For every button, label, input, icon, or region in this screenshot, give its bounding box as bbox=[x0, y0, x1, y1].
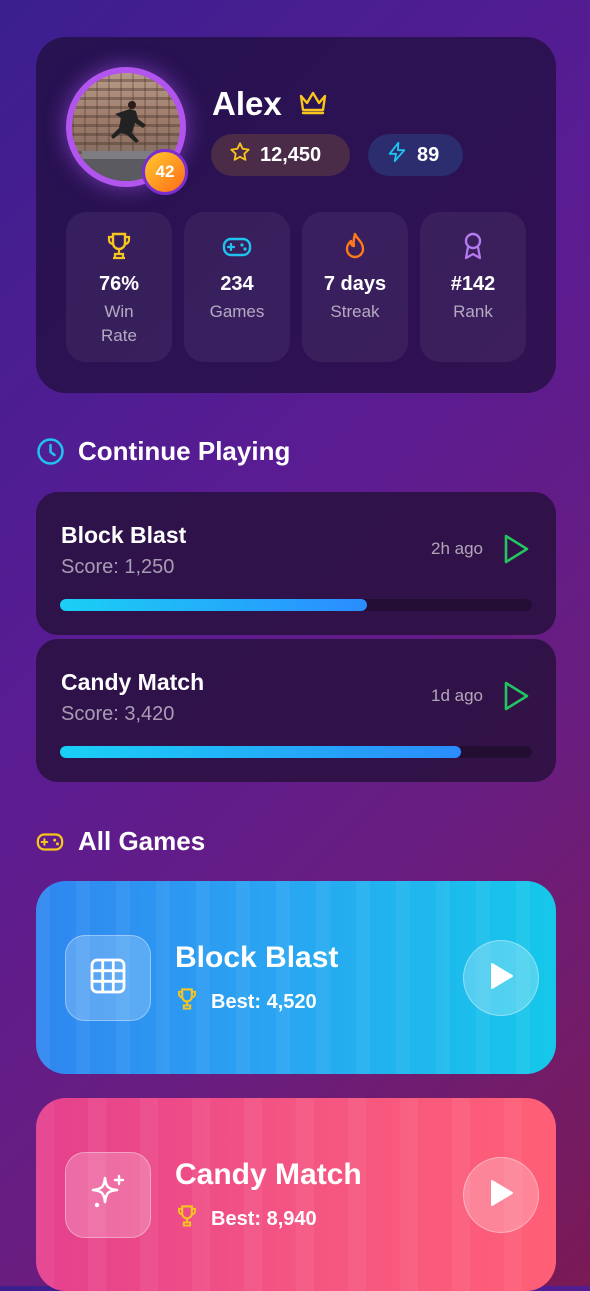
progress-track bbox=[60, 599, 532, 611]
game-name: Candy Match bbox=[61, 669, 205, 695]
star-icon bbox=[229, 141, 251, 169]
flame-icon bbox=[342, 231, 368, 261]
coins-pill[interactable]: 12,450 bbox=[211, 134, 350, 176]
continue-card-candy-match[interactable]: Candy Match Score: 3,420 1d ago bbox=[36, 639, 556, 782]
clock-icon bbox=[36, 437, 65, 471]
stat-value: 76% bbox=[98, 273, 140, 295]
game-icon-tile bbox=[65, 935, 151, 1021]
section-title-all-games: All Games bbox=[78, 826, 206, 856]
progress-fill bbox=[60, 599, 367, 611]
stat-label: Streak bbox=[330, 302, 380, 321]
game-card-candy-match[interactable]: Candy Match Best: 8,940 bbox=[36, 1098, 556, 1291]
stat-label: Win Rate bbox=[101, 302, 137, 345]
game-card-block-blast[interactable]: Block Blast Best: 4,520 bbox=[36, 881, 556, 1074]
stat-value: #142 bbox=[450, 273, 496, 295]
stat-value: 7 days bbox=[323, 273, 387, 295]
stat-rank: #142 Rank bbox=[420, 212, 526, 362]
progress-fill bbox=[60, 746, 462, 758]
gamepad-icon bbox=[35, 828, 65, 861]
stat-value: 234 bbox=[220, 273, 254, 295]
play-button[interactable] bbox=[463, 1157, 539, 1233]
last-played: 1d ago bbox=[431, 686, 483, 705]
play-icon[interactable] bbox=[502, 533, 530, 570]
gamepad-icon bbox=[221, 231, 253, 261]
game-score: Score: 1,250 bbox=[61, 556, 175, 578]
trophy-icon bbox=[105, 231, 133, 261]
play-icon bbox=[487, 961, 515, 996]
game-title: Block Blast bbox=[175, 941, 339, 974]
stat-label: Rank bbox=[453, 302, 493, 321]
game-title: Candy Match bbox=[175, 1158, 362, 1191]
coins-value: 12,450 bbox=[260, 143, 322, 166]
stat-streak: 7 days Streak bbox=[302, 212, 408, 362]
game-score: Score: 3,420 bbox=[61, 703, 175, 725]
stat-label: Games bbox=[209, 302, 265, 321]
username: Alex bbox=[212, 85, 282, 122]
medal-icon bbox=[460, 231, 486, 261]
trophy-icon bbox=[175, 987, 199, 1017]
crown-icon bbox=[298, 89, 328, 122]
best-score-text: Best: 8,940 bbox=[211, 1207, 317, 1230]
best-score: Best: 4,520 bbox=[175, 987, 317, 1017]
trophy-icon bbox=[175, 1204, 199, 1234]
energy-pill[interactable]: 89 bbox=[368, 134, 463, 176]
play-icon bbox=[487, 1178, 515, 1213]
play-icon[interactable] bbox=[502, 680, 530, 717]
game-name: Block Blast bbox=[61, 522, 187, 548]
profile-card: 42 Alex 12,450 89 76% Win Rate 234 Games bbox=[36, 37, 556, 393]
progress-track bbox=[60, 746, 532, 758]
section-title-continue: Continue Playing bbox=[78, 436, 291, 466]
game-icon-tile bbox=[65, 1152, 151, 1238]
best-score: Best: 8,940 bbox=[175, 1204, 317, 1234]
sparkles-icon bbox=[87, 1172, 129, 1219]
play-button[interactable] bbox=[463, 940, 539, 1016]
grid-icon bbox=[89, 957, 127, 1000]
energy-value: 89 bbox=[417, 143, 440, 166]
level-badge: 42 bbox=[142, 149, 188, 195]
best-score-text: Best: 4,520 bbox=[211, 990, 317, 1013]
last-played: 2h ago bbox=[431, 539, 483, 558]
lightning-icon bbox=[386, 141, 408, 169]
stat-win-rate: 76% Win Rate bbox=[66, 212, 172, 362]
continue-card-block-blast[interactable]: Block Blast Score: 1,250 2h ago bbox=[36, 492, 556, 635]
stat-games: 234 Games bbox=[184, 212, 290, 362]
